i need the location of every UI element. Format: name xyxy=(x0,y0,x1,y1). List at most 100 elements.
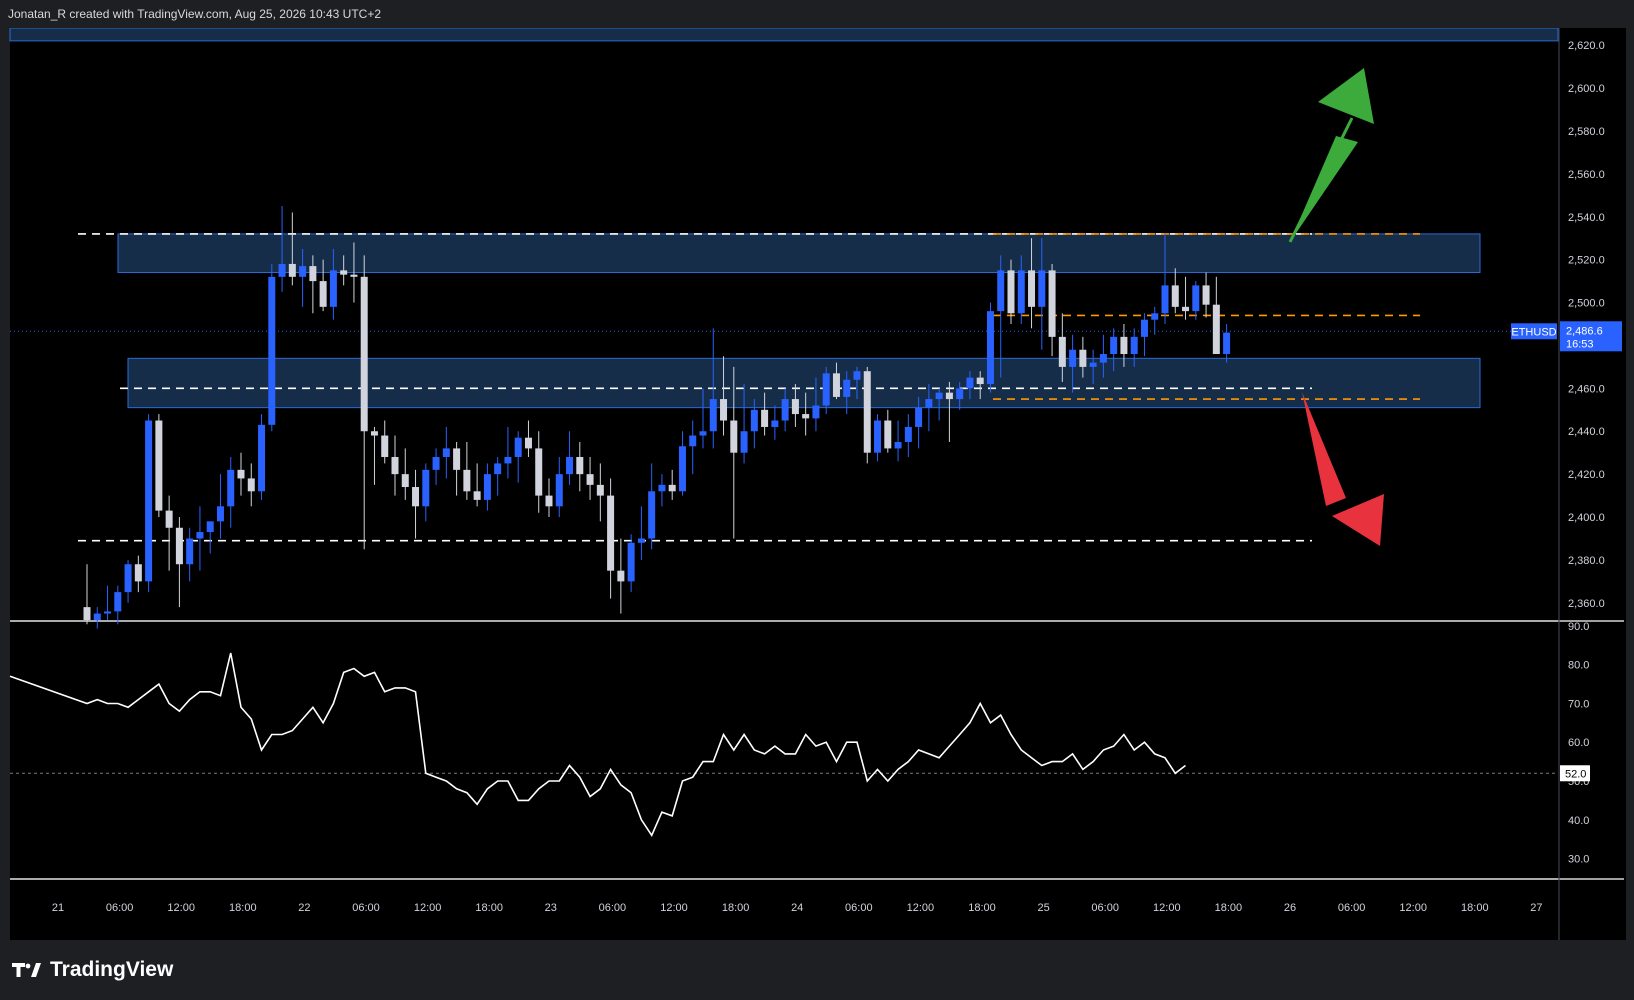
candle-body xyxy=(596,484,604,496)
chart-area[interactable]: 2,360.0 2,380.0 2,400.0 2,420.0 2,440.0 2,460… xyxy=(0,28,1634,940)
rsi-tick-label: 80.0 xyxy=(1568,660,1589,672)
candle-body xyxy=(329,270,337,307)
time-tick-label: 06:00 xyxy=(1338,902,1366,914)
candle-body xyxy=(155,420,163,511)
candle[interactable] xyxy=(863,366,871,464)
candle-body xyxy=(750,409,758,432)
time-tick-label: 26 xyxy=(1284,902,1296,914)
symbol-tag-label: ETHUSD xyxy=(1511,326,1556,338)
price-tick-label: 2,500.0 xyxy=(1568,298,1605,310)
last-price-tag[interactable]: 2,486.616:53 xyxy=(1560,321,1622,352)
candle-body xyxy=(319,281,327,307)
time-tick-label: 18:00 xyxy=(475,902,503,914)
time-tick-label: 23 xyxy=(545,902,557,914)
time-tick-label: 06:00 xyxy=(845,902,873,914)
candle-body xyxy=(966,377,974,389)
rsi-value-tag[interactable]: 52.0 xyxy=(1560,765,1590,782)
candle-body xyxy=(237,469,245,479)
candle-body xyxy=(104,611,112,614)
time-tick-label: 18:00 xyxy=(722,902,750,914)
candle-body xyxy=(771,420,779,427)
candle-body xyxy=(617,570,625,582)
candle-body xyxy=(740,431,748,453)
candle-body xyxy=(874,420,882,453)
price-tick-label: 2,440.0 xyxy=(1568,426,1605,438)
symbol-tag[interactable]: ETHUSD xyxy=(1511,323,1557,340)
candle-body xyxy=(956,388,964,400)
candle-body xyxy=(709,399,717,432)
candle-body xyxy=(175,527,183,565)
candle-body xyxy=(678,446,686,492)
candle-body xyxy=(699,431,707,436)
candle-body xyxy=(627,542,635,582)
candle-body xyxy=(350,274,358,277)
candle-body xyxy=(668,484,676,492)
candle-body xyxy=(1069,349,1077,367)
time-tick-label: 06:00 xyxy=(106,902,134,914)
tradingview-logo[interactable]: TradingView xyxy=(12,958,173,982)
candle-body xyxy=(134,564,142,582)
candle-body xyxy=(1028,270,1036,307)
price-tick-label: 2,520.0 xyxy=(1568,255,1605,267)
candle-body xyxy=(832,373,840,397)
candle-body xyxy=(658,484,666,492)
candle-body xyxy=(884,420,892,449)
candle-body xyxy=(843,379,851,397)
rsi-tick-label: 40.0 xyxy=(1568,815,1589,827)
time-tick-label: 18:00 xyxy=(1461,902,1489,914)
sr-zone[interactable] xyxy=(117,233,1481,274)
candle-body xyxy=(997,270,1005,312)
price-tick-label: 2,620.0 xyxy=(1568,40,1605,52)
price-tick-label: 2,600.0 xyxy=(1568,83,1605,95)
time-tick-label: 12:00 xyxy=(414,902,442,914)
candle-body xyxy=(524,437,532,449)
candle-body xyxy=(381,435,389,457)
candle-body xyxy=(576,456,584,475)
candle-body xyxy=(93,613,101,620)
time-tick-label: 06:00 xyxy=(1091,902,1119,914)
candle-body xyxy=(124,564,132,593)
candle-body xyxy=(370,431,378,436)
time-tick-label: 12:00 xyxy=(1153,902,1181,914)
candle-body xyxy=(586,474,594,485)
candle-body xyxy=(463,469,471,492)
candle-body xyxy=(1140,319,1148,337)
time-tick-label: 18:00 xyxy=(229,902,257,914)
candle[interactable] xyxy=(155,414,163,518)
price-tick-label: 2,400.0 xyxy=(1568,512,1605,524)
candle[interactable] xyxy=(258,414,266,500)
candle-body xyxy=(1110,336,1118,355)
time-tick-label: 12:00 xyxy=(1399,902,1427,914)
price-axis[interactable] xyxy=(1560,28,1626,940)
sr-zone[interactable] xyxy=(9,28,1559,42)
rsi-pane[interactable] xyxy=(10,622,1558,878)
candle-body xyxy=(1079,349,1087,367)
candle-body xyxy=(791,399,799,415)
candle[interactable] xyxy=(986,302,994,393)
candle-body xyxy=(986,311,994,385)
price-pane[interactable] xyxy=(10,28,1558,620)
candle-body xyxy=(894,441,902,449)
candle-body xyxy=(607,495,615,571)
candle-body xyxy=(196,532,204,539)
footer-bar: TradingView xyxy=(0,940,1634,1000)
candle-body xyxy=(412,487,420,507)
candle-body xyxy=(566,456,574,475)
rsi-tick-label: 30.0 xyxy=(1568,854,1589,866)
time-tick-label: 06:00 xyxy=(352,902,380,914)
candle-body xyxy=(1038,270,1046,307)
sr-zone[interactable] xyxy=(127,357,1481,409)
candle-body xyxy=(1161,285,1169,314)
candle-body xyxy=(268,276,276,425)
price-tick-label: 2,580.0 xyxy=(1568,126,1605,138)
candle[interactable] xyxy=(268,263,276,432)
chart-canvas[interactable]: 2,360.0 2,380.0 2,400.0 2,420.0 2,440.0 2,460… xyxy=(0,28,1634,940)
candle-body xyxy=(1192,285,1200,312)
candle-body xyxy=(247,478,255,492)
candle-body xyxy=(494,463,502,475)
candle-body xyxy=(258,424,266,492)
candle-body xyxy=(637,538,645,543)
candle-body xyxy=(1171,285,1179,307)
candle[interactable] xyxy=(145,414,153,593)
tradingview-logo-icon xyxy=(12,963,41,977)
